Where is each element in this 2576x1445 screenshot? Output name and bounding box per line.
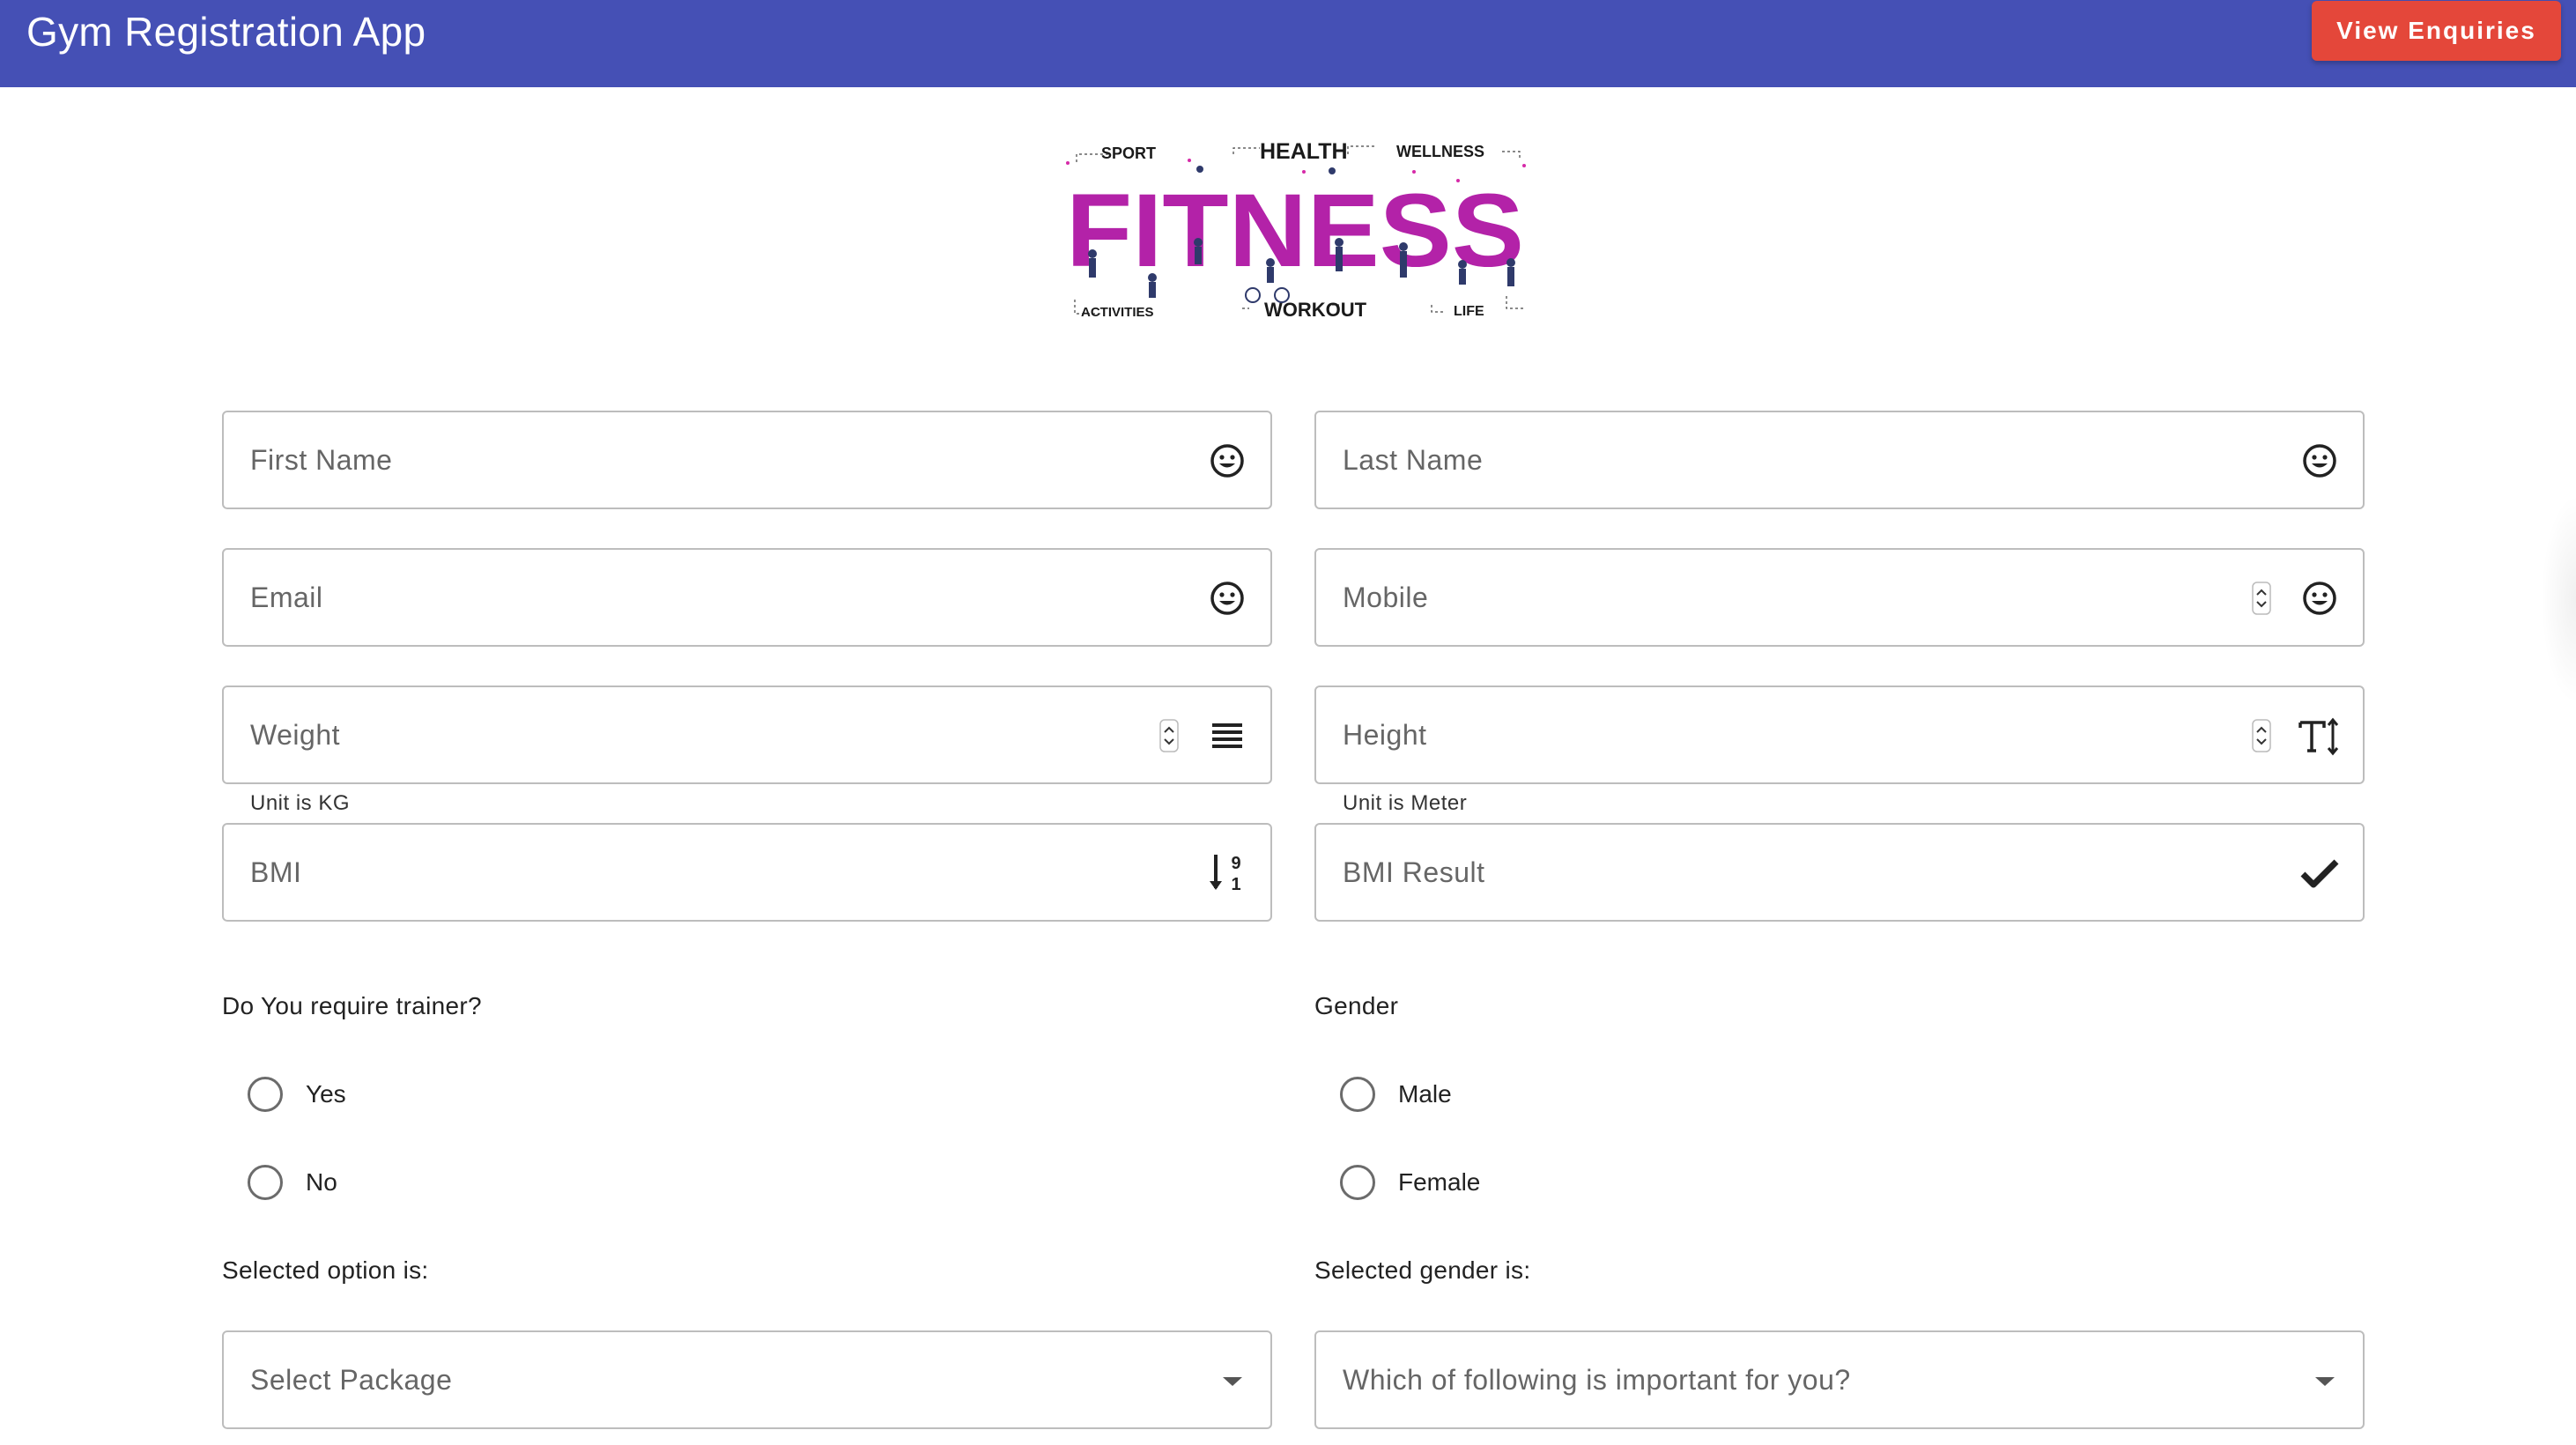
gender-question-label: Gender <box>1314 992 1399 1019</box>
dropdown-arrow-icon[interactable] <box>1221 1375 1244 1389</box>
number-spinner-icon[interactable] <box>2252 582 2271 615</box>
height-field[interactable] <box>1314 685 2365 784</box>
logo-word-activities: ACTIVITIES <box>1081 305 1154 320</box>
importance-select-input[interactable] <box>1316 1332 2363 1427</box>
smiley-icon <box>1210 444 1244 478</box>
email-field[interactable] <box>222 548 1272 647</box>
smiley-icon <box>2303 444 2336 478</box>
gender-option-male-label: Male <box>1398 1080 1452 1108</box>
radio-button-no[interactable] <box>248 1165 283 1200</box>
importance-select[interactable] <box>1314 1330 2365 1429</box>
logo-word-wellness: WELLNESS <box>1396 143 1484 160</box>
trainer-option-no-label: No <box>306 1168 337 1196</box>
check-icon <box>2300 859 2339 888</box>
mobile-field[interactable] <box>1314 548 2365 647</box>
weight-unit-hint: Unit is KG <box>250 791 351 815</box>
first-name-input[interactable] <box>224 412 1270 508</box>
radio-button-female[interactable] <box>1340 1165 1375 1200</box>
radio-button-yes[interactable] <box>248 1077 283 1112</box>
trainer-question-label: Do You require trainer? <box>222 992 482 1019</box>
edge-shadow <box>2541 493 2576 705</box>
bmi-field[interactable]: 9 1 <box>222 823 1272 922</box>
top-app-bar: Gym Registration App View Enquiries <box>0 0 2576 87</box>
app-title: Gym Registration App <box>26 9 426 55</box>
lines-icon <box>1212 723 1242 748</box>
radio-button-male[interactable] <box>1340 1077 1375 1112</box>
last-name-field[interactable] <box>1314 411 2365 509</box>
svg-text:9: 9 <box>1231 854 1240 873</box>
bmi-result-input[interactable] <box>1316 825 2363 920</box>
logo-word-sport: SPORT <box>1101 144 1156 162</box>
dropdown-arrow-icon[interactable] <box>2313 1375 2336 1389</box>
height-input[interactable] <box>1316 687 2363 782</box>
trainer-option-no[interactable]: No <box>248 1156 337 1209</box>
gender-option-female-label: Female <box>1398 1168 1481 1196</box>
trainer-option-yes[interactable]: Yes <box>248 1068 346 1121</box>
logo-word-fitness: FITNESS <box>1066 173 1524 289</box>
gender-option-female[interactable]: Female <box>1340 1156 1480 1209</box>
mobile-input[interactable] <box>1316 550 2363 645</box>
package-select[interactable] <box>222 1330 1272 1429</box>
sort-numeric-icon: 9 1 <box>1210 854 1241 894</box>
svg-text:1: 1 <box>1231 875 1240 894</box>
number-spinner-icon[interactable] <box>2252 719 2271 752</box>
trainer-option-yes-label: Yes <box>306 1080 346 1108</box>
gender-option-male[interactable]: Male <box>1340 1068 1452 1121</box>
email-input[interactable] <box>224 550 1270 645</box>
bmi-input[interactable] <box>224 825 1270 920</box>
number-spinner-icon[interactable] <box>1159 719 1179 752</box>
smiley-icon <box>1210 582 1244 615</box>
gender-selected-label: Selected gender is: <box>1314 1256 1531 1284</box>
package-select-input[interactable] <box>224 1332 1270 1427</box>
weight-field[interactable] <box>222 685 1272 784</box>
trainer-selected-label: Selected option is: <box>222 1256 429 1284</box>
height-unit-hint: Unit is Meter <box>1343 791 1468 815</box>
last-name-input[interactable] <box>1316 412 2363 508</box>
logo-word-life: LIFE <box>1454 304 1484 319</box>
view-enquiries-button[interactable]: View Enquiries <box>2312 1 2561 61</box>
text-height-icon <box>2298 717 2339 756</box>
smiley-icon <box>2303 582 2336 615</box>
weight-input[interactable] <box>224 687 1270 782</box>
first-name-field[interactable] <box>222 411 1272 509</box>
fitness-logo: SPORT HEALTH WELLNESS ACTIVITIES WORKOUT… <box>1066 139 1526 321</box>
bmi-result-field[interactable] <box>1314 823 2365 922</box>
logo-word-health: HEALTH <box>1260 139 1348 164</box>
